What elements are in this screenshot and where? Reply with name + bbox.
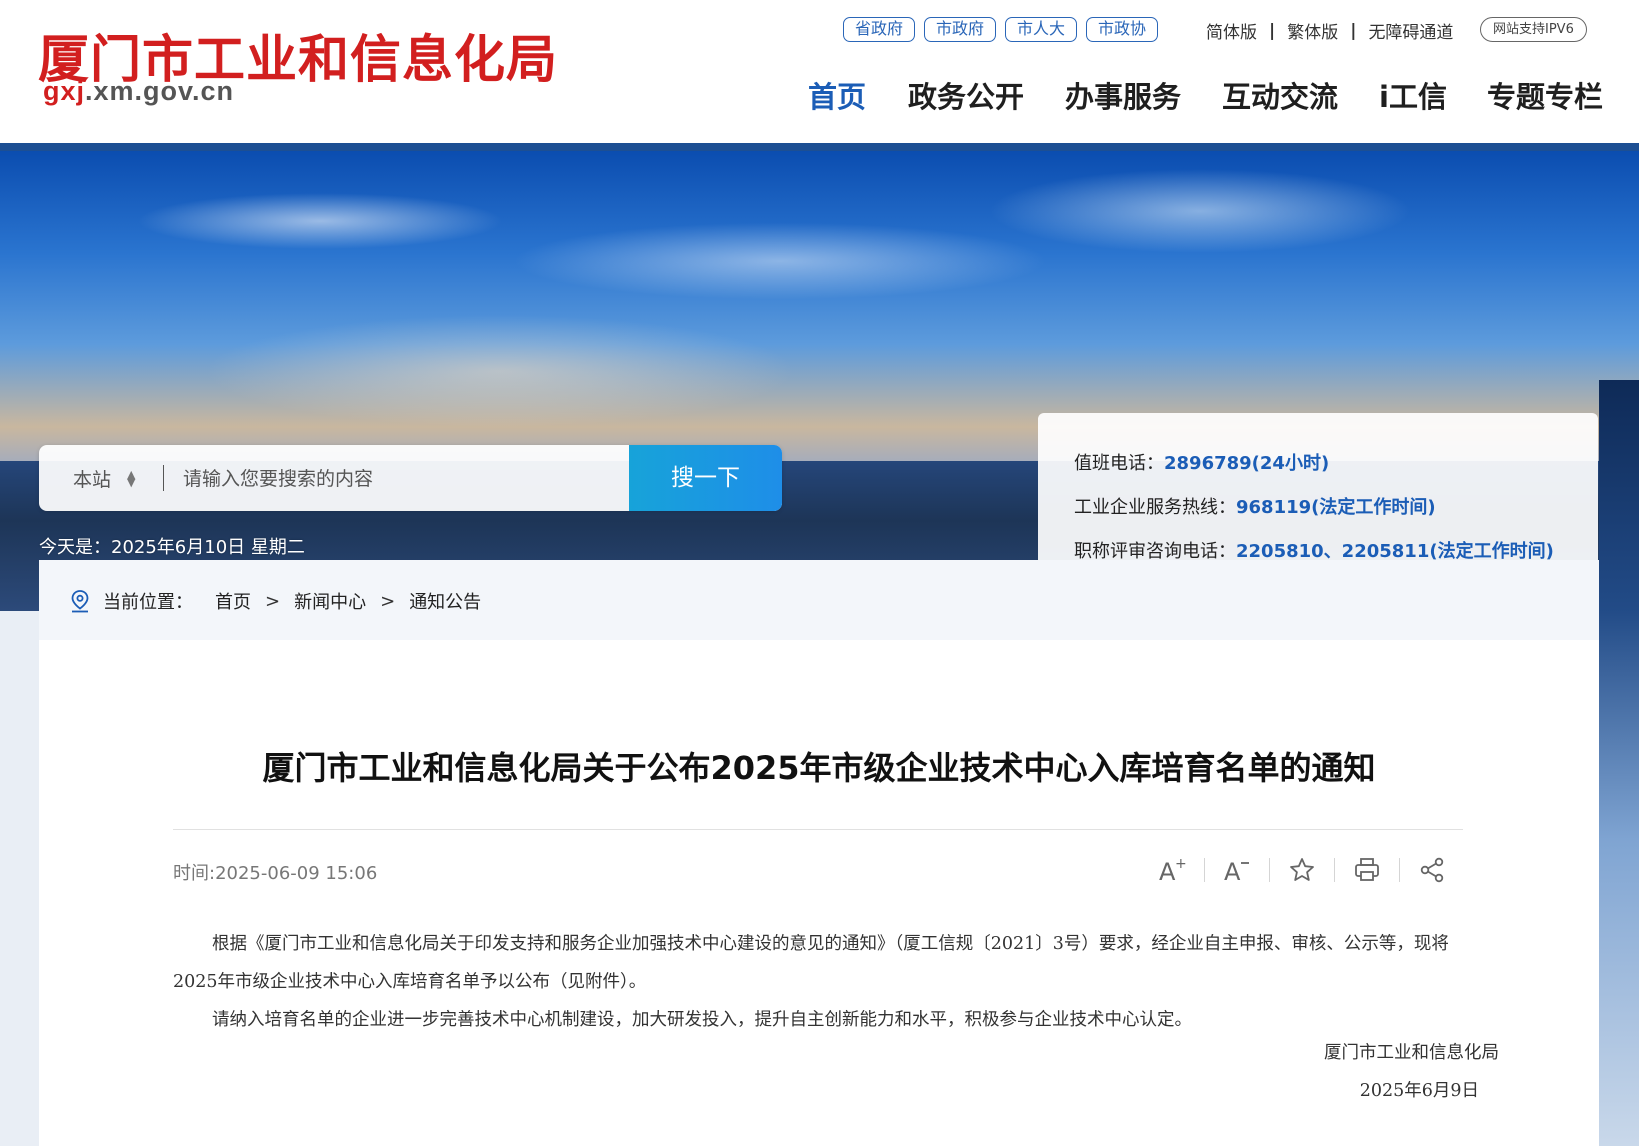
link-city-congress[interactable]: 市人大: [1005, 17, 1078, 42]
hotline-label: 职称评审咨询电话：: [1074, 541, 1236, 562]
title-divider: [173, 829, 1463, 830]
share-icon[interactable]: [1415, 853, 1449, 887]
banner-side-strip: [1599, 380, 1639, 1146]
city-banner: 本站 ▲▼ 搜一下 今天是：2025年6月10日 星期二 值班电话：289678…: [0, 151, 1639, 611]
toolbar-separator: [1204, 858, 1205, 882]
breadcrumb-label: 当前位置：: [103, 592, 193, 613]
star-icon[interactable]: [1285, 853, 1319, 887]
link-traditional[interactable]: 繁体版: [1287, 18, 1338, 43]
breadcrumb-notices[interactable]: 通知公告: [409, 588, 481, 614]
hotline-duty: 值班电话：2896789(24小时): [1074, 449, 1329, 475]
publish-time: 时间:2025-06-09 15:06: [173, 863, 378, 884]
gov-links: 省政府 市政府 市人大 市政协: [843, 17, 1159, 42]
article-paragraph: 根据《厦门市工业和信息化局关于印发支持和服务企业加强技术中心建设的意见的通知》（…: [173, 934, 1449, 992]
hotline-label: 值班电话：: [1074, 453, 1164, 474]
font-increase-icon[interactable]: A +: [1155, 853, 1189, 887]
article-toolbar: A + A: [1155, 853, 1449, 887]
toolbar-separator: [1269, 858, 1270, 882]
hotline-label: 工业企业服务热线：: [1074, 497, 1236, 518]
article-paragraph: 请纳入培育名单的企业进一步完善技术中心机制建设，加大研发投入，提升自主创新能力和…: [212, 1010, 1192, 1030]
nav-i-gongxin[interactable]: i工信: [1379, 74, 1447, 116]
breadcrumb-news-center[interactable]: 新闻中心: [294, 588, 366, 614]
toolbar-separator: [1399, 858, 1400, 882]
print-icon[interactable]: [1350, 853, 1384, 887]
toolbar-separator: [1334, 858, 1335, 882]
breadcrumb-home[interactable]: 首页: [215, 588, 251, 614]
breadcrumb-separator: >: [265, 590, 281, 612]
breadcrumb: 当前位置： 首页 > 新闻中心 > 通知公告: [69, 588, 481, 614]
search-divider: [163, 465, 164, 491]
main-nav: 首页 政务公开 办事服务 互动交流 i工信 专题专栏: [0, 74, 1639, 120]
ipv6-badge: 网站支持IPV6: [1480, 17, 1587, 42]
hotline-number: 968119(法定工作时间): [1236, 497, 1436, 518]
svg-text:A: A: [1224, 858, 1241, 884]
breadcrumb-bar: 当前位置： 首页 > 新闻中心 > 通知公告: [39, 560, 1599, 640]
search-input[interactable]: [181, 459, 655, 499]
svg-text:+: +: [1175, 856, 1187, 872]
location-pin-icon: [71, 590, 89, 613]
nav-home[interactable]: 首页: [808, 74, 866, 116]
search-box: 本站 ▲▼ 搜一下: [39, 445, 782, 511]
header-divider: [0, 143, 1639, 151]
version-switcher: 简体版 | 繁体版 | 无障碍通道: [1206, 18, 1453, 44]
link-city-cppcc[interactable]: 市政协: [1086, 17, 1159, 42]
hotline-number: 2896789(24小时): [1164, 453, 1330, 474]
svg-text:A: A: [1159, 858, 1176, 884]
article-title: 厦门市工业和信息化局关于公布2025年市级企业技术中心入库培育名单的通知: [262, 749, 1376, 787]
version-separator: |: [1269, 20, 1276, 41]
font-decrease-icon[interactable]: A: [1220, 853, 1254, 887]
hotline-enterprise: 工业企业服务热线：968119(法定工作时间): [1074, 493, 1436, 519]
nav-interaction[interactable]: 互动交流: [1222, 74, 1338, 116]
article-signature: 厦门市工业和信息化局: [1324, 1043, 1499, 1063]
version-separator: |: [1350, 20, 1357, 41]
today-date: 今天是：2025年6月10日 星期二: [39, 537, 305, 558]
article-sign-date: 2025年6月9日: [1359, 1081, 1479, 1101]
search-scope-label: 本站: [73, 469, 112, 491]
updown-icon: ▲ ▼: [127, 467, 136, 489]
link-simplified[interactable]: 简体版: [1206, 18, 1257, 43]
breadcrumb-separator: >: [380, 590, 396, 612]
link-city-gov[interactable]: 市政府: [924, 17, 997, 42]
link-accessibility[interactable]: 无障碍通道: [1368, 18, 1453, 43]
nav-services[interactable]: 办事服务: [1065, 74, 1181, 116]
link-province-gov[interactable]: 省政府: [843, 17, 916, 42]
hotline-number: 2205810、2205811(法定工作时间): [1236, 541, 1554, 562]
nav-special-topics[interactable]: 专题专栏: [1487, 74, 1603, 116]
site-header: 厦门市工业和信息化局 gxj.xm.gov.cn 省政府 市政府 市人大 市政协…: [0, 0, 1639, 143]
search-scope-select[interactable]: 本站 ▲ ▼: [73, 465, 135, 492]
nav-gov-affairs[interactable]: 政务公开: [908, 74, 1024, 116]
article-container: 当前位置： 首页 > 新闻中心 > 通知公告 厦门市工业和信息化局关于公布202…: [39, 560, 1599, 1146]
search-button[interactable]: 搜一下: [629, 445, 782, 511]
